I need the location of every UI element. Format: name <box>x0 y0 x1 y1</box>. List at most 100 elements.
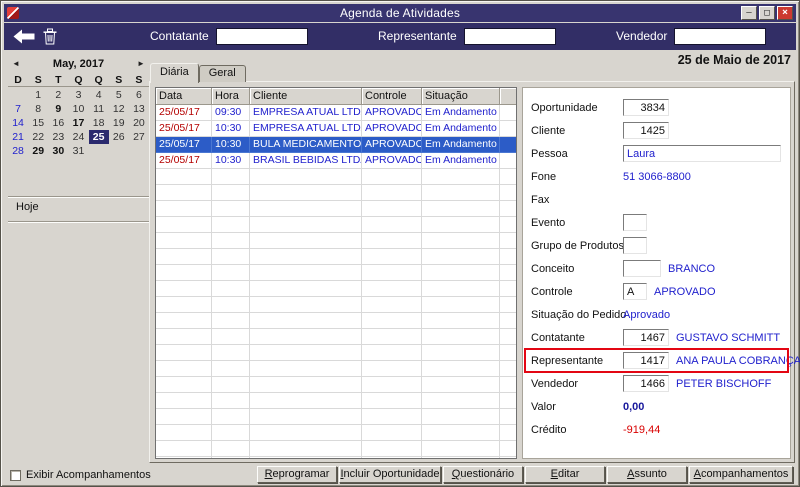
activity-row-2[interactable]: 25/05/17 10:30 EMPRESA ATUAL LTDA APROVADO E… <box>156 121 516 137</box>
calendar-day-16[interactable]: 16 <box>48 116 68 130</box>
cliente-input[interactable]: 1425 <box>623 122 669 139</box>
trash-icon[interactable] <box>42 28 58 45</box>
contatante-input[interactable]: 1467 <box>623 329 669 346</box>
calendar-day-15[interactable]: 15 <box>28 116 48 130</box>
vendedor-filter-input[interactable] <box>674 27 767 45</box>
close-button[interactable]: × <box>777 6 793 20</box>
column-header-data: Data <box>156 88 212 105</box>
calendar-day-23[interactable]: 23 <box>48 130 68 144</box>
minimize-button[interactable]: – <box>741 6 757 20</box>
incluir-oportunidade-button[interactable]: Incluir Oportunidade <box>339 466 441 483</box>
cell <box>156 393 212 409</box>
editar-button[interactable]: Editar <box>525 466 605 483</box>
tab-diaria[interactable]: Diária <box>150 63 199 83</box>
calendar-day-1[interactable]: 1 <box>28 88 48 102</box>
calendar-next-icon[interactable]: ► <box>133 56 149 71</box>
evento-input[interactable] <box>623 214 647 231</box>
maximize-button[interactable]: □ <box>759 6 775 20</box>
cell[interactable]: APROVADO <box>362 153 422 169</box>
calendar-day-19[interactable]: 19 <box>109 116 129 130</box>
controle-input[interactable]: A <box>623 283 647 300</box>
cell[interactable]: EMPRESA ATUAL LTDA <box>250 105 362 121</box>
calendar-day-30[interactable]: 30 <box>48 144 68 158</box>
field-label: Fax <box>531 193 550 206</box>
calendar-day-7[interactable]: 7 <box>8 102 28 116</box>
activity-row-1[interactable]: 25/05/17 09:30 EMPRESA ATUAL LTDA APROVADO E… <box>156 105 516 121</box>
calendar-day-22[interactable]: 22 <box>28 130 48 144</box>
cell[interactable]: BRASIL BEBIDAS LTDA <box>250 153 362 169</box>
reprogramar-button[interactable]: Reprogramar <box>257 466 337 483</box>
fone-value: 51 3066-8800 <box>623 170 691 183</box>
cell[interactable]: APROVADO <box>362 105 422 121</box>
calendar-day-27[interactable]: 27 <box>129 130 149 144</box>
oportunidade-input[interactable]: 3834 <box>623 99 669 116</box>
conceito-input[interactable] <box>623 260 661 277</box>
cell <box>156 441 212 457</box>
tab-geral[interactable]: Geral <box>198 65 246 82</box>
acompanhamentos-button[interactable]: Acompanhamentos <box>689 466 793 483</box>
cell <box>362 377 422 393</box>
cell[interactable]: 25/05/17 <box>156 153 212 169</box>
cell[interactable]: APROVADO <box>362 121 422 137</box>
pessoa-input[interactable]: Laura <box>623 145 781 162</box>
calendar-day-header: Q <box>88 73 109 87</box>
cell[interactable]: 10:30 <box>212 137 250 153</box>
calendar-prev-icon[interactable]: ◄ <box>8 56 24 71</box>
representante-input[interactable]: 1417 <box>623 352 669 369</box>
calendar-day-3[interactable]: 3 <box>68 88 88 102</box>
calendar-day-4[interactable]: 4 <box>89 88 109 102</box>
cell[interactable]: EMPRESA ATUAL LTDA <box>250 121 362 137</box>
calendar-day-28[interactable]: 28 <box>8 144 28 158</box>
calendar-day-26[interactable]: 26 <box>109 130 129 144</box>
assunto-button[interactable]: Assunto <box>607 466 687 483</box>
calendar-day-20[interactable]: 20 <box>129 116 149 130</box>
calendar-day-17[interactable]: 17 <box>68 116 88 130</box>
cell[interactable]: 25/05/17 <box>156 137 212 153</box>
cell[interactable]: APROVADO <box>362 137 422 153</box>
calendar-day-18[interactable]: 18 <box>89 116 109 130</box>
cell[interactable]: 25/05/17 <box>156 121 212 137</box>
cell[interactable] <box>500 105 516 121</box>
cell[interactable]: Em Andamento <box>422 153 500 169</box>
questionario-button[interactable]: Questionário <box>443 466 523 483</box>
cell[interactable]: 10:30 <box>212 121 250 137</box>
vendedor-input[interactable]: 1466 <box>623 375 669 392</box>
calendar-day-31[interactable]: 31 <box>68 144 88 158</box>
empty-row <box>156 393 516 409</box>
calendar-day-5[interactable]: 5 <box>109 88 129 102</box>
exibir-acompanhamentos-checkbox[interactable]: Exibir Acompanhamentos <box>10 469 151 481</box>
contatante-filter-label: Contatante <box>150 29 209 43</box>
calendar-day-11[interactable]: 11 <box>89 102 109 116</box>
calendar-day-12[interactable]: 12 <box>109 102 129 116</box>
cell[interactable]: 09:30 <box>212 105 250 121</box>
cell[interactable] <box>500 121 516 137</box>
cell[interactable] <box>500 153 516 169</box>
calendar-day-8[interactable]: 8 <box>28 102 48 116</box>
back-arrow-icon[interactable] <box>13 29 35 44</box>
cell[interactable]: Em Andamento <box>422 121 500 137</box>
representante-filter-input[interactable] <box>463 27 556 45</box>
calendar-day-10[interactable]: 10 <box>68 102 88 116</box>
contatante-filter-input[interactable] <box>215 27 308 45</box>
calendar-day-9[interactable]: 9 <box>48 102 68 116</box>
calendar-day-13[interactable]: 13 <box>129 102 149 116</box>
grupo-de-produtos-input[interactable] <box>623 237 647 254</box>
calendar-day-25[interactable]: 25 <box>88 130 109 144</box>
cell[interactable] <box>500 137 516 153</box>
calendar-day-21[interactable]: 21 <box>8 130 28 144</box>
cell[interactable]: Em Andamento <box>422 105 500 121</box>
cell <box>156 249 212 265</box>
calendar-day-29[interactable]: 29 <box>28 144 48 158</box>
cell[interactable]: BULA MEDICAMENTOS LTDA <box>250 137 362 153</box>
calendar-day-6[interactable]: 6 <box>129 88 149 102</box>
activity-row-4[interactable]: 25/05/17 10:30 BRASIL BEBIDAS LTDA APROVADO… <box>156 153 516 169</box>
activity-row-3[interactable]: 25/05/1710:30BULA MEDICAMENTOS LTDAAPROV… <box>156 137 516 153</box>
calendar-day-24[interactable]: 24 <box>68 130 88 144</box>
conceito-value: BRANCO <box>668 262 716 275</box>
calendar-day-14[interactable]: 14 <box>8 116 28 130</box>
cell[interactable]: Em Andamento <box>422 137 500 153</box>
cell[interactable]: 10:30 <box>212 153 250 169</box>
calendar-day-2[interactable]: 2 <box>48 88 68 102</box>
checkbox-box[interactable] <box>10 469 21 481</box>
cell[interactable]: 25/05/17 <box>156 105 212 121</box>
